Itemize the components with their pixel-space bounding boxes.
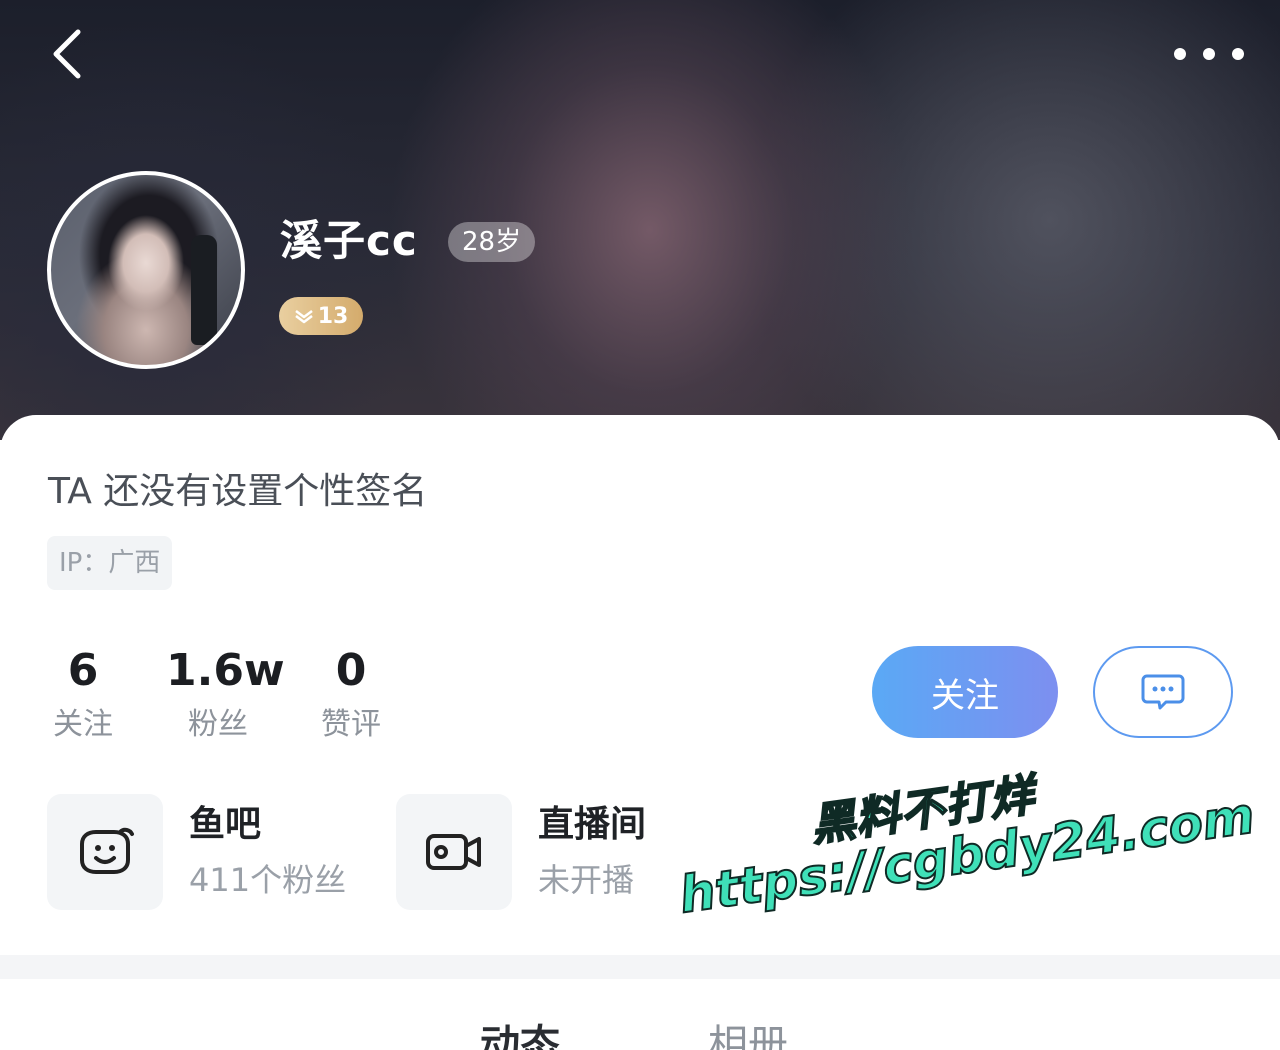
ip-location-tag: IP：广西 [47, 536, 173, 590]
signature: TA 还没有设置个性签名 [48, 471, 428, 512]
age-badge: 28岁 [448, 222, 536, 262]
video-camera-icon [426, 834, 481, 870]
stat-value: 1.6w [166, 645, 285, 696]
stat-label: 赞评 [321, 707, 381, 742]
entry-subtitle: 411个粉丝 [189, 861, 347, 899]
more-dot [1232, 48, 1244, 60]
more-dot [1174, 48, 1186, 60]
username: 溪子cc [280, 216, 418, 265]
entry-title: 鱼吧 [189, 804, 262, 845]
stat-likes[interactable]: 0 赞评 [316, 645, 386, 747]
chevron-left-icon [53, 29, 81, 79]
entry-title: 直播间 [538, 804, 647, 845]
entry-subtitle: 未开播 [538, 861, 635, 899]
stat-value: 6 [67, 645, 99, 696]
entry-icon-box [396, 794, 512, 910]
stat-label: 关注 [53, 707, 113, 742]
chat-bubble-icon [1141, 674, 1185, 710]
stat-value: 0 [335, 645, 367, 696]
level-chevron-icon [294, 310, 313, 324]
back-button[interactable] [38, 26, 94, 82]
more-button[interactable] [1174, 30, 1244, 78]
entry-icon-box [47, 794, 163, 910]
fish-bar-icon [80, 827, 134, 874]
level-badge[interactable]: 13 [279, 297, 363, 335]
section-divider [0, 955, 1280, 979]
stat-label: 粉丝 [188, 707, 248, 742]
level-number: 13 [317, 303, 349, 329]
message-button[interactable] [1093, 646, 1233, 738]
stat-following[interactable]: 6 关注 [48, 645, 118, 747]
stat-fans[interactable]: 1.6w 粉丝 [166, 645, 285, 747]
avatar-detail [191, 235, 217, 345]
avatar[interactable] [47, 171, 245, 369]
entry-live-room[interactable]: 直播间 未开播 [396, 794, 646, 910]
tab-album[interactable]: 相册 [708, 1020, 788, 1050]
more-dot [1203, 48, 1215, 60]
follow-button[interactable]: 关注 [872, 646, 1058, 738]
tab-posts[interactable]: 动态 [480, 1020, 560, 1050]
entry-fish-bar[interactable]: 鱼吧 411个粉丝 [47, 794, 346, 910]
